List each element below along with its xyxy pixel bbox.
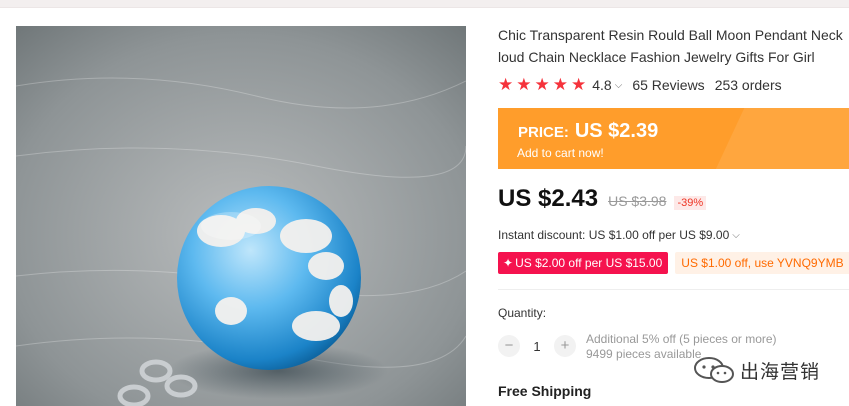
rating-row: ★ ★ ★ ★ ★ 4.8 ⌵ 65 Reviews 253 orders	[498, 74, 782, 96]
product-title-line-1: Chic Transparent Resin Rould Ball Moon P…	[498, 27, 843, 43]
star-icon: ★	[534, 75, 550, 94]
promo-cta: Add to cart now!	[517, 146, 604, 160]
bulk-discount-text: Additional 5% off (5 pieces or more)	[586, 332, 777, 346]
quantity-input[interactable]: 1	[520, 339, 554, 354]
watermark-text: 出海营销	[740, 361, 821, 383]
instant-discount[interactable]: Instant discount: US $1.00 off per US $9…	[498, 228, 750, 242]
product-title-line-2: loud Chain Necklace Fashion Jewelry Gift…	[498, 49, 815, 65]
product-image[interactable]	[16, 26, 466, 406]
product-info: Chic Transparent Resin Rould Ball Moon P…	[498, 24, 849, 68]
minus-icon[interactable]: −	[498, 335, 520, 357]
discount-badge: -39%	[674, 196, 707, 210]
sparkle-icon: ✦	[503, 256, 514, 270]
current-price: US $2.43	[498, 185, 599, 212]
chevron-down-icon[interactable]: ⌵	[732, 230, 740, 241]
promo-banner[interactable]: PRICE: US $2.39 Add to cart now!	[498, 108, 849, 169]
coupons: ✦ US $2.00 off per US $15.00 US $1.00 off…	[498, 252, 849, 274]
original-price: US $3.98	[608, 193, 667, 209]
code-coupon-button[interactable]: US $1.00 off, use YVNQ9YMB	[675, 252, 849, 274]
reviews-link[interactable]: 65 Reviews	[632, 77, 704, 93]
promo-price-label: PRICE:	[518, 124, 569, 141]
promo-price-amount: US $2.39	[574, 120, 659, 142]
store-coupon-text: US $2.00 off per US $15.00	[515, 256, 663, 270]
quantity-label: Quantity:	[498, 306, 547, 320]
star-icon: ★	[498, 75, 514, 94]
star-icon: ★	[516, 75, 532, 94]
star-rating: ★ ★ ★ ★ ★	[498, 76, 586, 94]
star-icon: ★	[571, 75, 587, 94]
chevron-down-icon[interactable]: ⌵	[615, 80, 623, 91]
divider	[498, 289, 849, 290]
store-coupon-button[interactable]: ✦ US $2.00 off per US $15.00	[498, 252, 669, 274]
rating-value[interactable]: 4.8	[592, 77, 611, 93]
resin-ball-pendant-image	[16, 26, 466, 406]
watermark: 出海营销	[692, 356, 820, 384]
plus-icon[interactable]: +	[554, 335, 576, 357]
shipping-label: Free Shipping	[498, 383, 592, 399]
orders-count: 253 orders	[714, 77, 782, 93]
instant-discount-text: Instant discount: US $1.00 off per US $9…	[498, 228, 730, 242]
quantity-stepper: − 1 +	[498, 335, 576, 357]
star-icon: ★	[552, 75, 568, 94]
promo-price: PRICE: US $2.39	[518, 120, 658, 143]
promo-decoration	[702, 108, 849, 169]
top-strip	[0, 0, 849, 8]
price-row: US $2.43 US $3.98 -39%	[498, 185, 707, 213]
wechat-icon	[694, 357, 734, 383]
